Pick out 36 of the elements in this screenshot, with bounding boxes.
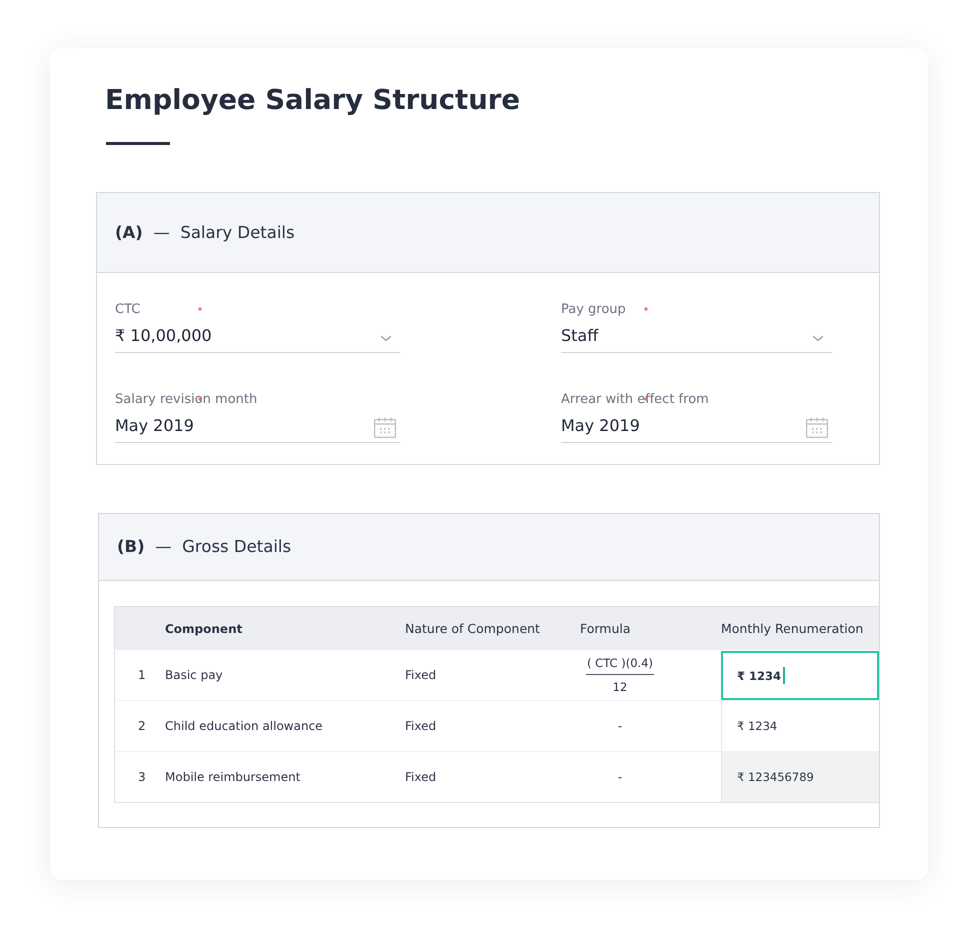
chevron-down-icon (381, 336, 391, 341)
calendar-icon[interactable] (806, 417, 828, 438)
column-header: Nature of Component (404, 621, 540, 636)
formula-cell: - (618, 769, 622, 785)
date-field[interactable]: May 2019 (561, 415, 832, 443)
column-header: Monthly Renumeration (721, 621, 864, 636)
row-number: 3 (138, 769, 146, 785)
amount-input[interactable]: ₹ 1234 (721, 651, 879, 700)
component-cell: Mobile reimbursement (165, 769, 300, 785)
nature-cell: Fixed (405, 769, 436, 785)
field-label: CTC (115, 302, 140, 318)
field-label: Salary revision month (115, 392, 258, 408)
amount-cell: ₹ 123456789 (721, 752, 879, 802)
title-underline (106, 142, 170, 145)
formula-numerator: ( CTC )(0.4) (586, 656, 654, 670)
select-field[interactable]: Staff (561, 325, 832, 353)
field-label: Pay group (561, 302, 626, 318)
column-header: Component (164, 622, 242, 636)
component-cell: Child education allowance (165, 718, 323, 734)
row-number: 2 (138, 718, 146, 734)
section-heading: (B) — Gross Details (117, 536, 292, 558)
column-header: Formula (579, 621, 631, 636)
date-field[interactable]: May 2019 (115, 415, 400, 443)
select-field[interactable]: ₹ 10,00,000 (115, 325, 400, 353)
calendar-icon[interactable] (374, 417, 396, 438)
component-cell: Basic pay (165, 667, 223, 683)
formula-cell: - (618, 718, 622, 734)
chevron-down-icon (813, 336, 823, 341)
text-cursor-icon (783, 667, 785, 684)
formula-denominator: 12 (612, 680, 628, 694)
page-title: Employee Salary Structure (105, 83, 520, 118)
nature-cell: Fixed (405, 718, 436, 734)
field-label: Arrear with effect from (561, 392, 709, 408)
row-number: 1 (138, 667, 146, 683)
nature-cell: Fixed (405, 667, 436, 683)
section-heading: (A) — Salary Details (115, 222, 295, 244)
